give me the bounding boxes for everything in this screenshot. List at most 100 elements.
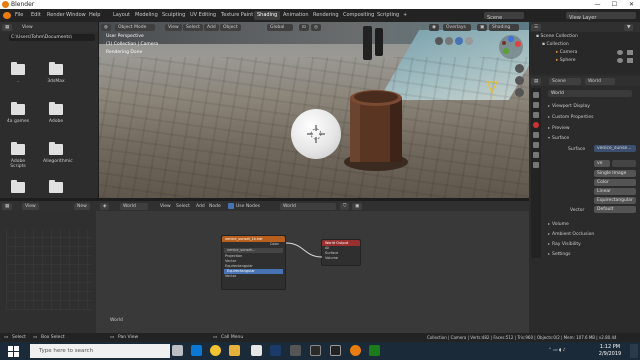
tab-uv-editing[interactable]: UV Editing: [190, 12, 216, 18]
blender-menu-icon[interactable]: [3, 12, 11, 19]
app-icon[interactable]: [290, 345, 301, 356]
outliner-row-camera[interactable]: ▸ Camera: [556, 50, 577, 55]
camera-visibility-icon[interactable]: [627, 50, 633, 55]
image-buttons-group[interactable]: [612, 160, 636, 167]
file-item-folder[interactable]: [5, 180, 31, 193]
properties-tab-world[interactable]: World: [585, 78, 615, 85]
tab-compositing[interactable]: Compositing: [343, 12, 374, 18]
section-volume[interactable]: ▸ Volume: [548, 221, 569, 227]
blender-taskbar-icon[interactable]: [350, 345, 361, 356]
properties-tab-scene[interactable]: Scene: [549, 78, 581, 85]
xray-toggle[interactable]: ▣: [477, 24, 488, 31]
menu-edit[interactable]: Edit: [31, 12, 41, 18]
tab-layout[interactable]: Layout: [113, 12, 130, 18]
tab-animation[interactable]: Animation: [283, 12, 309, 18]
minimize-button[interactable]: —: [589, 0, 606, 9]
node-add-menu[interactable]: Add: [196, 204, 205, 209]
section-surface[interactable]: ▾ Surface: [548, 135, 569, 141]
app-icon[interactable]: [330, 345, 341, 356]
object-tab-icon[interactable]: [533, 132, 539, 138]
file-item-folder[interactable]: [43, 180, 69, 193]
viewport-select-menu[interactable]: Select: [183, 24, 203, 31]
output-tab-icon[interactable]: [533, 112, 539, 118]
file-item-parent[interactable]: ..: [5, 62, 31, 84]
section-custom-properties[interactable]: ▸ Custom Properties: [548, 114, 593, 120]
taskbar-search-box[interactable]: Type here to search: [30, 344, 170, 358]
node-canvas[interactable]: [96, 211, 529, 333]
fake-user-toggle[interactable]: ⛉: [340, 203, 350, 210]
pan-button[interactable]: [515, 76, 524, 85]
section-ambient-occlusion[interactable]: ▸ Ambient Occlusion: [548, 231, 594, 237]
tab-sculpting[interactable]: Sculpting: [162, 12, 185, 18]
physics-tab-icon[interactable]: [533, 162, 539, 168]
file-item-adobe[interactable]: Adobe: [43, 102, 69, 124]
3d-cursor-icon[interactable]: [307, 125, 325, 143]
use-nodes-checkbox[interactable]: [228, 203, 234, 209]
tab-texture-paint[interactable]: Texture Paint: [221, 12, 253, 18]
world-datablock-selector[interactable]: World: [548, 90, 632, 97]
tab-shading[interactable]: Shading: [254, 11, 281, 20]
file-path-field[interactable]: C:\Users\Tohm\Documents\: [9, 34, 95, 41]
new-button[interactable]: New: [74, 203, 90, 210]
windows-start-icon[interactable]: [8, 346, 19, 357]
outliner-filter-icon[interactable]: ▼: [624, 24, 634, 31]
file-explorer-icon[interactable]: [229, 345, 240, 356]
object-mode-dropdown[interactable]: Object Mode: [115, 24, 155, 31]
file-browser-bottom-view-menu[interactable]: View: [22, 203, 39, 210]
vector-dropdown[interactable]: Default: [594, 206, 636, 213]
tab-modeling[interactable]: Modeling: [135, 12, 158, 18]
file-browser-editor-icon[interactable]: ▦: [2, 203, 13, 210]
pin-icon[interactable]: ▣: [352, 203, 363, 210]
section-viewport-display[interactable]: ▸ Viewport Display: [548, 103, 590, 109]
outliner-editor-type-button[interactable]: ☰: [531, 24, 542, 31]
3d-viewport[interactable]: User Perspective (1) Collection | Camera…: [99, 22, 529, 198]
environment-texture-node[interactable]: venice_sunset_1k.hdr Color venice_sunset…: [221, 235, 286, 290]
tool-tab-icon[interactable]: [533, 92, 539, 98]
camera-gizmo-icon[interactable]: [485, 80, 499, 100]
shading-dropdown[interactable]: Shading: [489, 24, 519, 31]
taskbar-clock-time[interactable]: 1:12 PM: [595, 344, 625, 350]
wireframe-shading-icon[interactable]: [435, 37, 443, 45]
viewport-view-menu[interactable]: View: [165, 24, 182, 31]
world-datablock-field[interactable]: World: [280, 203, 336, 210]
task-view-icon[interactable]: [172, 345, 183, 356]
section-preview[interactable]: ▸ Preview: [548, 125, 570, 131]
image-datablock-field[interactable]: ve: [594, 160, 610, 167]
solid-shading-icon[interactable]: [445, 37, 453, 45]
zoom-button[interactable]: [515, 64, 524, 73]
properties-editor-type-button[interactable]: ▤: [531, 78, 542, 85]
outliner-row-scene-collection[interactable]: ▪ Scene Collection: [536, 34, 578, 39]
projection-dropdown[interactable]: Equirectangular: [594, 197, 636, 204]
viewport-add-menu[interactable]: Add: [204, 24, 219, 31]
app-icon[interactable]: [251, 345, 262, 356]
camera-visibility-icon[interactable]: [627, 58, 633, 63]
tab-rendering[interactable]: Rendering: [313, 12, 339, 18]
image-source-dropdown[interactable]: Single Image: [594, 170, 636, 177]
surface-shader-field[interactable]: venice_sunse...: [594, 145, 636, 152]
node-node-menu[interactable]: Node: [209, 204, 221, 209]
chrome-browser-icon[interactable]: [210, 345, 221, 356]
eye-icon[interactable]: [617, 50, 623, 55]
file-item-adobe-scripts[interactable]: Adobe Scripts: [5, 142, 31, 169]
render-tab-icon[interactable]: [533, 102, 539, 108]
app-icon[interactable]: [369, 345, 380, 356]
file-browser-view-menu[interactable]: View: [22, 25, 33, 30]
shader-editor-type-button[interactable]: ◈: [100, 203, 110, 210]
interpolation-dropdown[interactable]: Linear: [594, 188, 636, 195]
shader-type-dropdown[interactable]: World: [120, 203, 148, 210]
notification-center-icon[interactable]: [630, 344, 638, 358]
camera-view-button[interactable]: [515, 88, 524, 97]
overlays-dropdown[interactable]: Overlays: [443, 24, 471, 31]
eye-icon[interactable]: [617, 58, 623, 63]
editor-type-button[interactable]: ▦: [2, 24, 13, 31]
view-layer-selector[interactable]: View Layer: [566, 12, 636, 21]
menu-window[interactable]: Window: [66, 12, 86, 18]
scene-selector[interactable]: Scene: [484, 12, 524, 21]
section-settings[interactable]: ▸ Settings: [548, 251, 570, 257]
file-item-allegorithmic[interactable]: Allegorithmic: [43, 142, 73, 164]
node-select-menu[interactable]: Select: [176, 204, 190, 209]
tab-scripting[interactable]: Scripting: [377, 12, 399, 18]
viewport-object-menu[interactable]: Object: [220, 24, 241, 31]
outliner-row-sphere[interactable]: ▸ Sphere: [556, 58, 576, 63]
node-view-menu[interactable]: View: [160, 204, 171, 209]
